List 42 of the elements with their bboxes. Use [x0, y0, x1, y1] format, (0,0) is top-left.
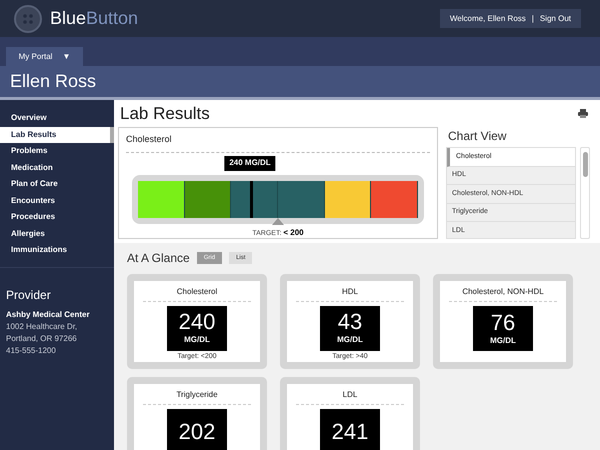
- result-value: 202: [178, 420, 216, 444]
- nav-item[interactable]: Problems: [0, 143, 114, 160]
- result-value: 76: [490, 310, 516, 334]
- result-unit: MG/DL: [490, 334, 516, 346]
- welcome-text: Welcome, Ellen Ross: [450, 12, 526, 24]
- provider-address: Portland, OR 97266: [6, 332, 78, 344]
- glance-heading: At A Glance: [127, 250, 190, 267]
- card-title: Cholesterol, NON-HDL: [449, 281, 557, 302]
- provider-phone: 415-555-1200: [6, 344, 57, 356]
- provider-heading: Provider: [6, 286, 52, 304]
- nav-item[interactable]: Medication: [0, 160, 114, 176]
- page-title: Lab Results: [120, 102, 210, 125]
- nav-item[interactable]: Overview: [0, 110, 114, 126]
- separator-text: |: [532, 12, 534, 24]
- provider-address: 1002 Healthcare Dr,: [6, 320, 78, 332]
- provider-name: Ashby Medical Center: [6, 308, 91, 320]
- result-unit: MG/DL: [184, 334, 210, 346]
- nav-item[interactable]: Lab Results: [0, 126, 114, 143]
- chart-view-heading: Chart View: [447, 128, 508, 145]
- nav-item[interactable]: Immunizations: [0, 242, 114, 258]
- result-unit: MG/DL: [337, 334, 363, 346]
- card-title: HDL: [296, 281, 404, 302]
- result-value: 43: [338, 310, 362, 334]
- gauge-title: Cholesterol: [126, 128, 430, 152]
- nav-item[interactable]: Procedures: [0, 209, 114, 226]
- nav-item[interactable]: Plan of Care: [0, 176, 114, 192]
- portal-tab[interactable]: My Portal ▼: [6, 47, 83, 66]
- card-title: Triglyceride: [143, 384, 251, 405]
- card-title: Cholesterol: [143, 281, 251, 302]
- button-logo-icon: [14, 4, 42, 32]
- nav-item[interactable]: Encounters: [0, 192, 114, 209]
- nav-item[interactable]: Allergies: [0, 226, 114, 242]
- patient-name: Ellen Ross: [10, 70, 96, 93]
- result-value: 241: [332, 420, 368, 444]
- result-value: 240: [178, 310, 216, 334]
- target-marker-icon: [272, 218, 284, 224]
- sign-out-link[interactable]: Sign Out: [540, 12, 571, 24]
- value-tooltip: 240 MG/DL: [224, 156, 276, 170]
- printer-icon[interactable]: [578, 109, 588, 118]
- scrollbar[interactable]: [580, 147, 590, 239]
- card-title: LDL: [296, 384, 404, 405]
- app-logo: BlueButton: [50, 7, 138, 30]
